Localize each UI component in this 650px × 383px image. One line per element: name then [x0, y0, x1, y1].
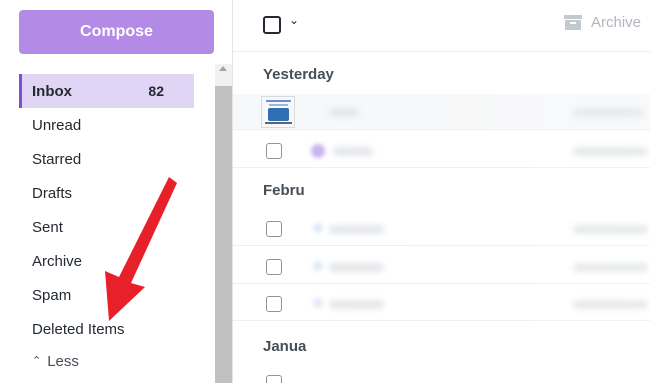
message-row[interactable]: [233, 287, 650, 321]
unread-count-badge: 82: [148, 83, 164, 99]
blurred-subject: [573, 263, 648, 272]
folder-label: Archive: [32, 252, 83, 270]
message-toolbar: ⌄ Archive: [233, 0, 650, 52]
blurred-sender: [333, 147, 373, 156]
sidebar-scrollbar-thumb[interactable]: [215, 86, 232, 383]
folder-label: Drafts: [32, 184, 73, 202]
row-checkbox[interactable]: [266, 296, 282, 312]
blurred-subject: [573, 225, 648, 234]
message-row[interactable]: [233, 250, 650, 284]
select-all-checkbox[interactable]: [263, 16, 281, 34]
blurred-sender: [329, 225, 384, 234]
blurred-sender: [329, 300, 384, 309]
blurred-subject: [573, 300, 648, 309]
blurred-subject: [573, 108, 643, 117]
group-header-february: Febru: [263, 182, 305, 199]
chevron-down-icon[interactable]: ⌄: [289, 13, 299, 27]
blurred-avatar: [311, 144, 325, 158]
folder-label: Spam: [32, 286, 72, 304]
archive-box-icon: [564, 15, 582, 30]
folder-starred[interactable]: Starred: [19, 142, 194, 176]
blurred-subject: [573, 147, 648, 156]
row-checkbox[interactable]: [266, 259, 282, 275]
folder-label: Inbox: [32, 82, 72, 100]
row-checkbox[interactable]: [266, 143, 282, 159]
chevron-up-icon: ⌃: [32, 354, 42, 367]
message-row[interactable]: [233, 366, 650, 383]
message-row[interactable]: [233, 212, 650, 246]
blurred-avatar: [313, 298, 323, 308]
folder-unread[interactable]: Unread: [19, 108, 194, 142]
less-label: Less: [47, 352, 79, 370]
scroll-up-arrow-icon[interactable]: [219, 66, 227, 71]
row-checkbox[interactable]: [266, 375, 282, 383]
blurred-avatar: [313, 223, 323, 233]
red-arrow-annotation: [105, 177, 177, 321]
blurred-avatar: [313, 261, 323, 271]
message-thumbnail-image: [261, 96, 295, 128]
blurred-sender: [329, 263, 384, 272]
archive-label: Archive: [591, 14, 642, 31]
row-checkbox[interactable]: [266, 221, 282, 237]
group-header-january: Janua: [263, 338, 307, 355]
folder-inbox[interactable]: Inbox 82: [19, 74, 194, 108]
compose-button[interactable]: Compose: [19, 10, 214, 54]
message-row[interactable]: [233, 94, 650, 130]
group-header-yesterday: Yesterday: [263, 66, 334, 83]
folder-label: Unread: [32, 116, 82, 134]
folder-label: Sent: [32, 218, 63, 236]
less-toggle[interactable]: ⌃ Less: [19, 346, 194, 376]
message-pane: ⌄ Archive Yesterday Febru Janua: [233, 0, 650, 383]
blurred-sender: [329, 108, 359, 117]
folder-label: Starred: [32, 150, 82, 168]
message-row[interactable]: [233, 134, 650, 168]
archive-button[interactable]: Archive: [563, 14, 641, 31]
